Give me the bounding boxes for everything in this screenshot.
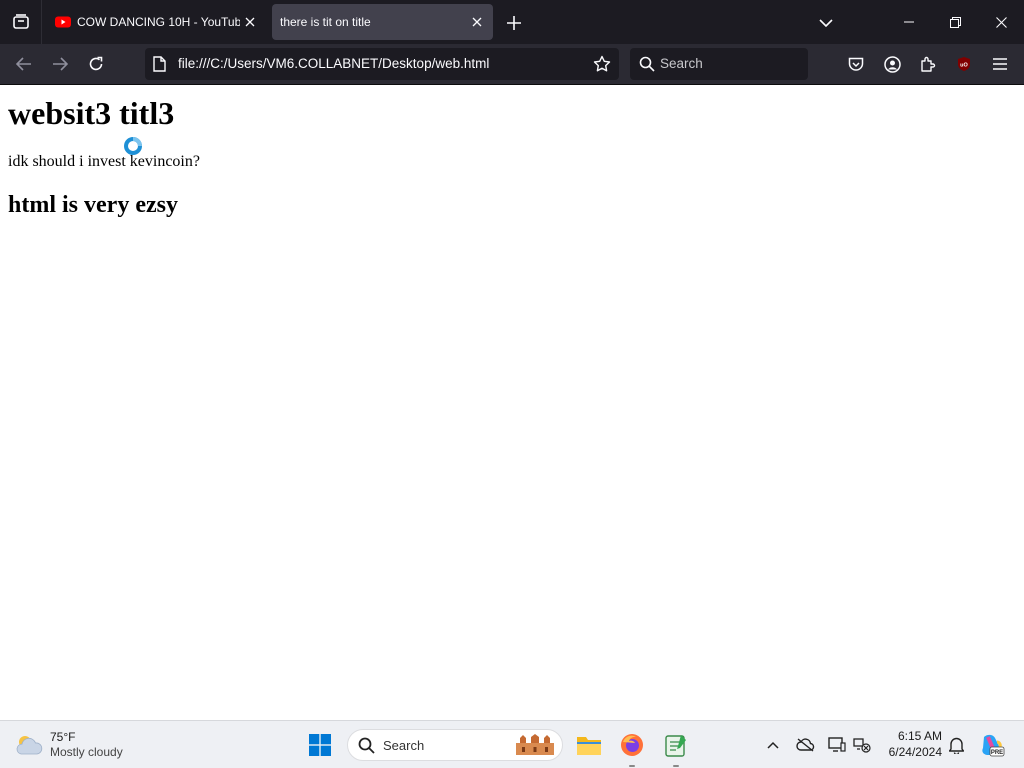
copilot-button[interactable]: PRE (976, 729, 1008, 761)
arrow-left-icon (16, 57, 31, 71)
weather-condition: Mostly cloudy (50, 745, 123, 759)
system-clock[interactable]: 6:15 AM 6/24/2024 (880, 728, 942, 760)
monitor-icon (828, 737, 846, 752)
notepad-icon (665, 735, 686, 757)
restore-button[interactable] (932, 0, 978, 44)
running-indicator (673, 765, 679, 767)
folder-icon (577, 737, 601, 755)
bookmark-star-icon[interactable] (593, 55, 611, 73)
firefox-icon (621, 734, 643, 756)
tab-title: there is tit on title (280, 15, 371, 29)
firefox-view-icon (12, 14, 29, 29)
file-explorer-button[interactable] (573, 729, 605, 761)
extensions-button[interactable] (914, 50, 942, 78)
url-text[interactable]: file:///C:/Users/VM6.COLLABNET/Desktop/w… (178, 56, 489, 71)
minimize-button[interactable] (886, 0, 932, 44)
pocket-icon (848, 57, 864, 71)
ublock-origin-button[interactable]: uO (950, 50, 978, 78)
search-icon (358, 737, 375, 754)
onedrive-tray-button[interactable] (795, 735, 815, 755)
taskbar-search[interactable]: Search (347, 729, 563, 761)
web-page-content: websit3 titl3 idk should i invest kevinc… (0, 85, 1024, 720)
ublock-icon: uO (958, 57, 970, 71)
windows-logo-icon (309, 734, 331, 756)
hamburger-menu-icon (993, 58, 1007, 70)
navigation-toolbar: file:///C:/Users/VM6.COLLABNET/Desktop/w… (0, 44, 1024, 85)
close-window-button[interactable] (978, 0, 1024, 44)
taskbar-search-placeholder: Search (383, 738, 425, 753)
clock-date: 6/24/2024 (888, 745, 942, 759)
youtube-icon (55, 16, 71, 28)
account-button[interactable] (878, 50, 906, 78)
firefox-taskbar-button[interactable] (616, 729, 648, 767)
cloud-off-icon (795, 738, 814, 752)
back-button[interactable] (10, 50, 38, 78)
running-indicator (629, 765, 635, 767)
weather-temperature: 75°F (50, 730, 76, 744)
clock-time: 6:15 AM (897, 729, 942, 743)
close-icon (245, 17, 255, 27)
show-hidden-icons-button[interactable] (763, 735, 783, 755)
search-placeholder: Search (660, 56, 703, 71)
page-heading: websit3 titl3 (8, 95, 175, 131)
chevron-down-icon (819, 19, 833, 27)
list-all-tabs-button[interactable] (814, 11, 838, 35)
display-tray-button[interactable] (827, 735, 847, 755)
new-tab-button[interactable] (502, 11, 526, 35)
search-bar[interactable]: Search (630, 48, 808, 80)
pocket-button[interactable] (842, 50, 870, 78)
svg-text:PRE: PRE (991, 750, 1003, 756)
reload-button[interactable] (82, 50, 110, 78)
reload-icon (89, 56, 103, 71)
plus-icon (507, 16, 521, 30)
close-icon (995, 16, 1007, 28)
notifications-button[interactable] (946, 735, 966, 755)
tab-strip: COW DANCING 10H - YouTube there is tit o… (0, 0, 1024, 44)
page-paragraph: idk should i invest kevincoin? (8, 153, 200, 170)
minimize-icon (904, 21, 914, 23)
puzzle-icon (921, 56, 936, 72)
address-bar[interactable]: file:///C:/Users/VM6.COLLABNET/Desktop/w… (145, 48, 619, 80)
busy-cursor-icon (124, 137, 142, 155)
tab-youtube[interactable]: COW DANCING 10H - YouTube (46, 4, 266, 40)
network-disconnected-icon (853, 738, 871, 753)
chevron-up-icon (767, 741, 779, 749)
bell-icon (948, 737, 964, 754)
notepad-taskbar-button[interactable] (660, 729, 692, 767)
network-tray-button[interactable] (852, 735, 872, 755)
restore-icon (949, 16, 961, 28)
taskbar: 75°F Mostly cloudy Search 6:15 AM 6/24/2… (0, 720, 1024, 768)
firefox-view-button[interactable] (0, 0, 42, 44)
svg-text:uO: uO (960, 63, 968, 69)
close-icon (472, 17, 482, 27)
arrow-right-icon (53, 57, 68, 71)
page-subheading: html is very ezsy (8, 192, 178, 218)
search-highlight-icon (516, 734, 554, 755)
tab-title: COW DANCING 10H - YouTube (77, 15, 240, 29)
cloudy-weather-icon (16, 736, 43, 755)
search-icon (639, 56, 655, 72)
account-icon (883, 55, 901, 73)
close-tab-button[interactable] (467, 12, 487, 32)
page-icon (153, 56, 166, 72)
app-menu-button[interactable] (986, 50, 1014, 78)
forward-button[interactable] (46, 50, 74, 78)
start-button[interactable] (304, 729, 336, 761)
weather-widget[interactable]: 75°F Mostly cloudy (14, 727, 154, 763)
close-tab-button[interactable] (240, 12, 260, 32)
copilot-icon: PRE (982, 734, 1005, 757)
tab-active[interactable]: there is tit on title (272, 4, 493, 40)
